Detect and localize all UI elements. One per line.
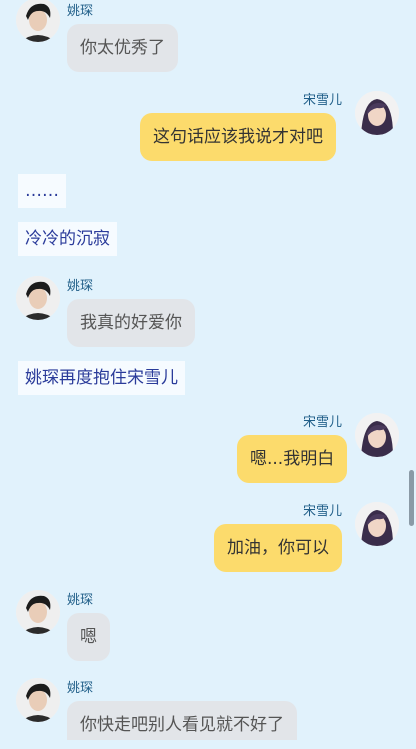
sender-name: 宋雪儿 <box>303 415 343 430</box>
narration-text: …… <box>18 174 66 208</box>
female-avatar-icon <box>355 91 399 135</box>
message-bubble[interactable]: 我真的好爱你 <box>67 299 195 347</box>
message-bubble[interactable]: 加油，你可以 <box>214 524 342 572</box>
male-avatar-icon <box>16 590 60 634</box>
sender-name: 姚琛 <box>67 4 94 19</box>
message-bubble[interactable]: 这句话应该我说才对吧 <box>140 113 336 161</box>
sender-name: 姚琛 <box>67 681 94 696</box>
male-avatar-icon <box>16 276 60 320</box>
narration-text: 姚琛再度抱住宋雪儿 <box>18 361 185 395</box>
avatar-song[interactable] <box>355 413 399 457</box>
scrollbar-thumb[interactable] <box>409 470 414 526</box>
sender-name: 宋雪儿 <box>303 504 343 519</box>
message-bubble[interactable]: 你快走吧别人看见就不好了 <box>67 701 297 740</box>
male-avatar-icon <box>16 0 60 42</box>
sender-name: 姚琛 <box>67 279 94 294</box>
avatar-yao[interactable] <box>16 678 60 722</box>
narration-text: 冷冷的沉寂 <box>18 222 117 256</box>
avatar-yao[interactable] <box>16 590 60 634</box>
avatar-song[interactable] <box>355 91 399 135</box>
avatar-yao[interactable] <box>16 0 60 42</box>
female-avatar-icon <box>355 413 399 457</box>
female-avatar-icon <box>355 502 399 546</box>
message-bubble[interactable]: 嗯...我明白 <box>237 435 348 483</box>
avatar-yao[interactable] <box>16 276 60 320</box>
avatar-song[interactable] <box>355 502 399 546</box>
male-avatar-icon <box>16 678 60 722</box>
message-bubble[interactable]: 你太优秀了 <box>67 24 178 72</box>
message-bubble[interactable]: 嗯 <box>67 613 110 661</box>
sender-name: 宋雪儿 <box>303 93 343 108</box>
sender-name: 姚琛 <box>67 593 94 608</box>
